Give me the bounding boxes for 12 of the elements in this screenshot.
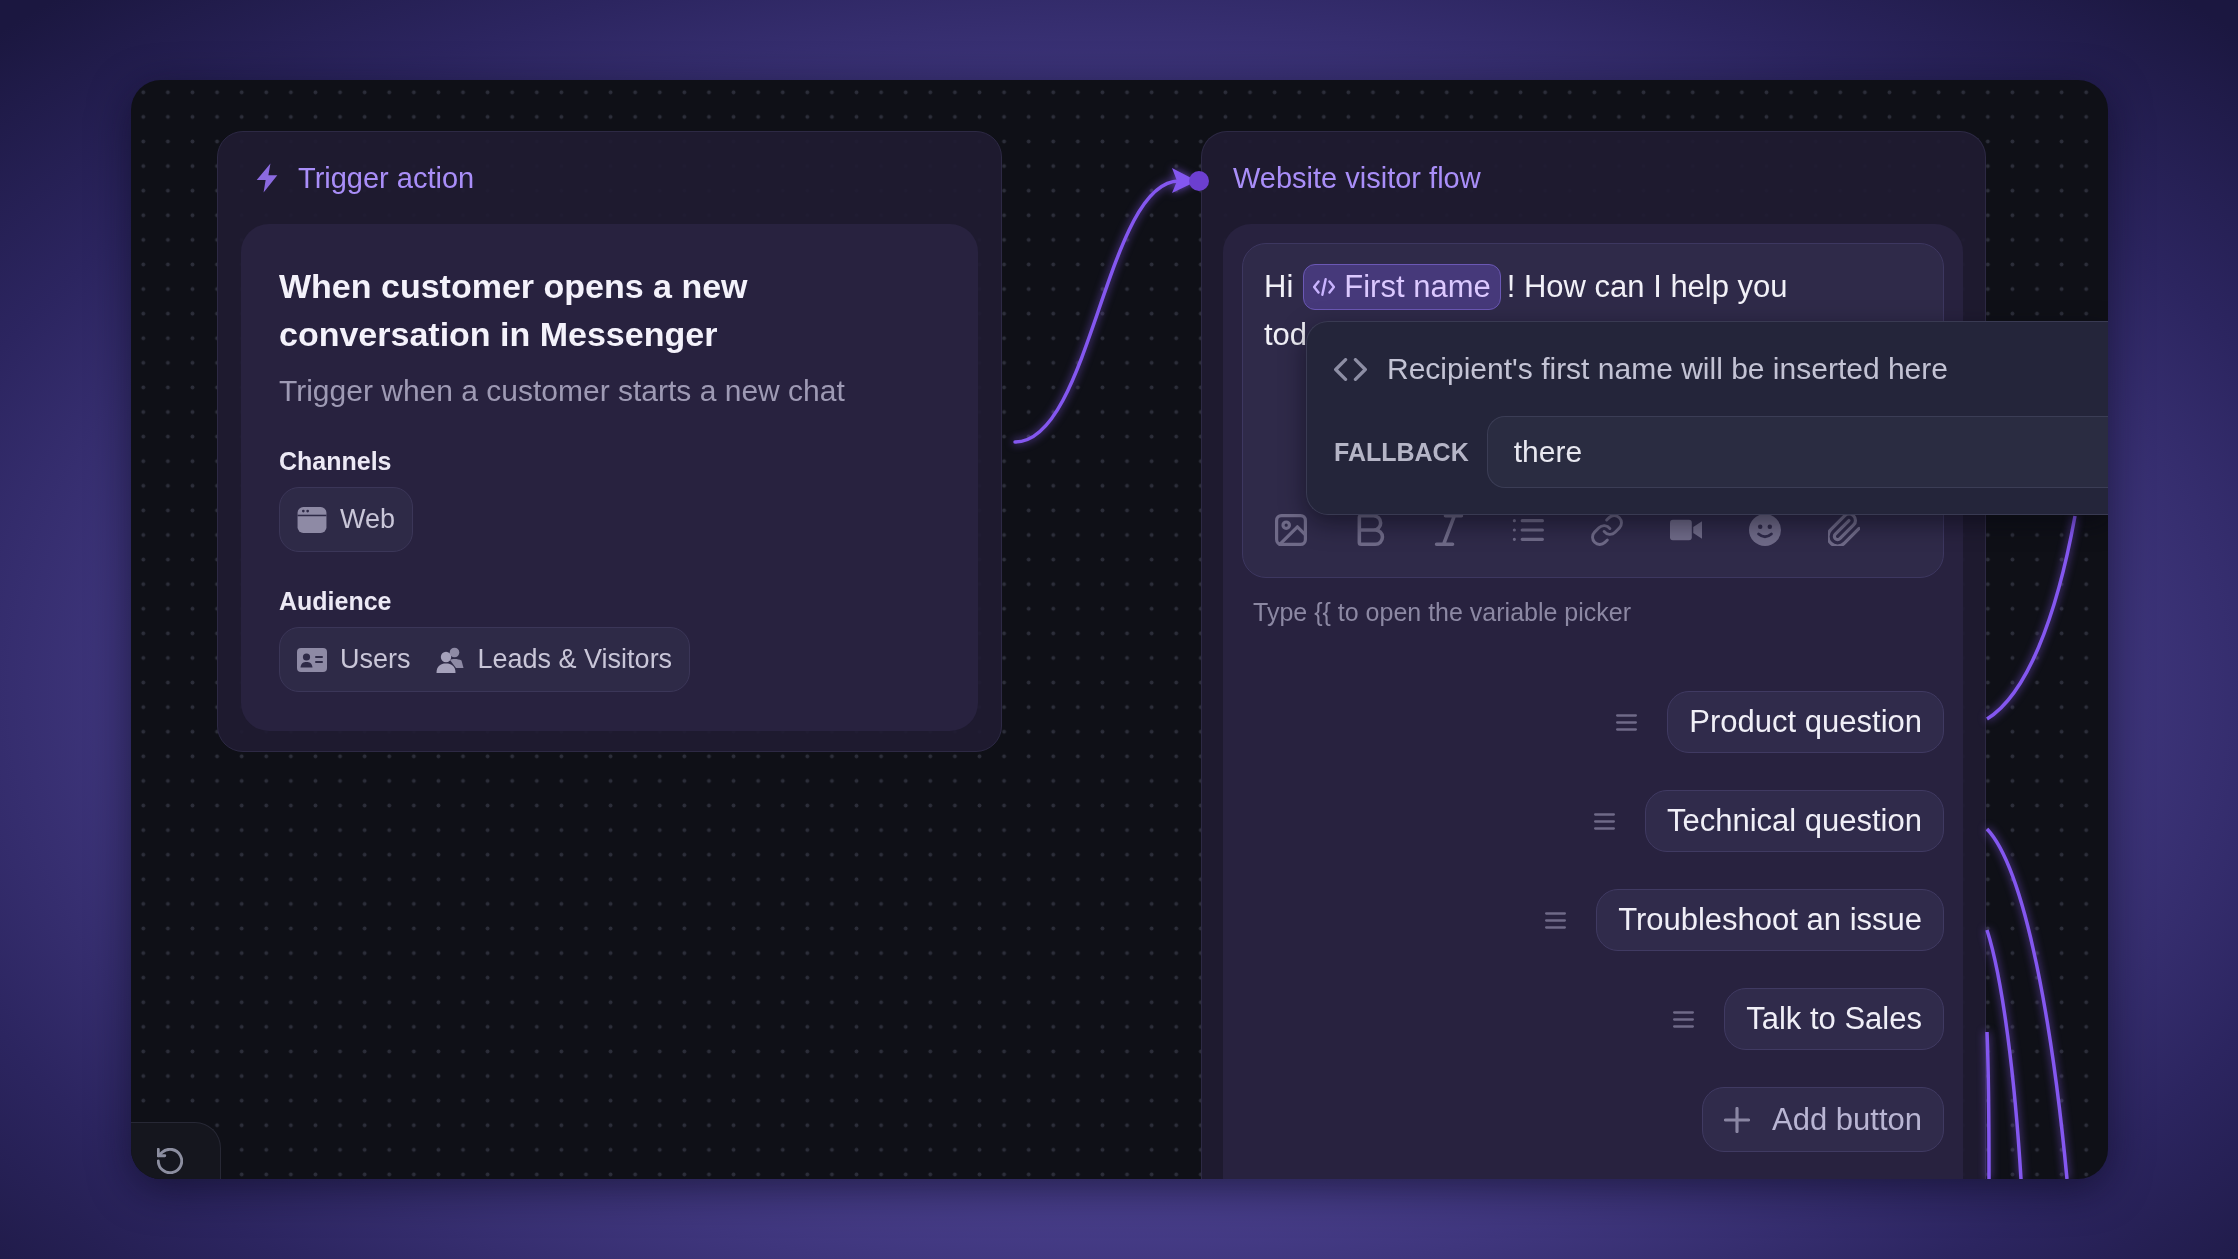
fallback-label: FALLBACK: [1334, 437, 1469, 467]
node-title: Trigger action: [298, 161, 475, 195]
popover-description: Recipient's first name will be inserted here: [1387, 352, 1948, 386]
trigger-title: When customer opens a new conversation in Messenger: [279, 266, 749, 355]
audience-label: Users: [340, 644, 411, 675]
channel-label: Web: [340, 504, 396, 535]
section-label: Audience: [279, 586, 393, 616]
trigger-description: Trigger when a customer starts a new chat: [279, 373, 846, 409]
variable-picker-hint: Type {{ to open the variable picker: [1252, 598, 1633, 626]
section-label: Channels: [279, 446, 393, 476]
audience-label: Leads & Visitors: [477, 644, 673, 675]
node-title: Website visitor flow: [1233, 161, 1481, 195]
